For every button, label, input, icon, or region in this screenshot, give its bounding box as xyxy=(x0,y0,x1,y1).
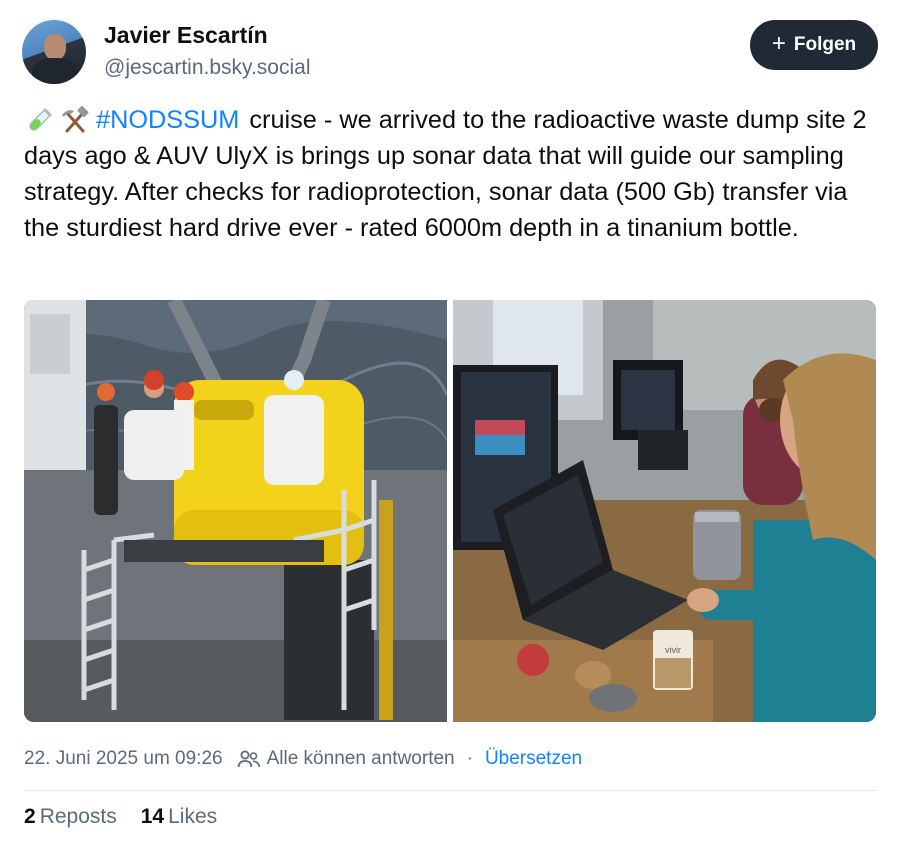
author-display-name[interactable]: Javier Escartín xyxy=(104,22,268,49)
image-gallery: vivir xyxy=(24,300,876,722)
likes-stat[interactable]: 14 Likes xyxy=(141,805,217,829)
lab-computers-illustration: vivir xyxy=(453,300,876,722)
avatar[interactable] xyxy=(22,20,86,84)
divider xyxy=(24,790,876,791)
people-icon xyxy=(237,750,260,768)
post-header: Javier Escartín @jescartin.bsky.social +… xyxy=(22,18,878,88)
translate-link[interactable]: Übersetzen xyxy=(485,748,582,770)
likes-label: Likes xyxy=(168,805,218,828)
hammer-and-pick-emoji xyxy=(62,106,89,133)
likes-count: 14 xyxy=(140,805,165,828)
meta-separator: · xyxy=(466,748,473,769)
reposts-count: 2 xyxy=(24,805,36,828)
engagement-stats: 2 Reposts 14 Likes xyxy=(24,805,217,829)
auv-on-deck-illustration xyxy=(24,300,447,722)
post-timestamp[interactable]: 22. Juni 2025 um 09:26 xyxy=(24,748,223,770)
cup-label: vivir xyxy=(665,645,681,655)
reposts-stat[interactable]: 2 Reposts xyxy=(24,805,117,829)
lab-computers-photo[interactable]: vivir xyxy=(453,300,876,722)
post-body: #NODSSUM cruise - we arrived to the radio… xyxy=(24,102,884,246)
author-handle[interactable]: @jescartin.bsky.social xyxy=(104,56,311,80)
follow-button-label: Folgen xyxy=(793,34,857,55)
auv-on-deck-photo[interactable] xyxy=(24,300,447,722)
avatar-body xyxy=(32,58,78,84)
post-meta: 22. Juni 2025 um 09:26 Alle können antwo… xyxy=(24,744,876,774)
reply-setting: Alle können antworten xyxy=(266,748,455,769)
plus-icon: + xyxy=(771,30,786,57)
follow-button[interactable]: + Folgen xyxy=(750,20,878,70)
test-tube-emoji xyxy=(29,108,52,131)
avatar-face xyxy=(44,34,66,60)
hashtag-link[interactable]: #NODSSUM xyxy=(96,106,239,134)
reposts-label: Reposts xyxy=(39,805,117,828)
